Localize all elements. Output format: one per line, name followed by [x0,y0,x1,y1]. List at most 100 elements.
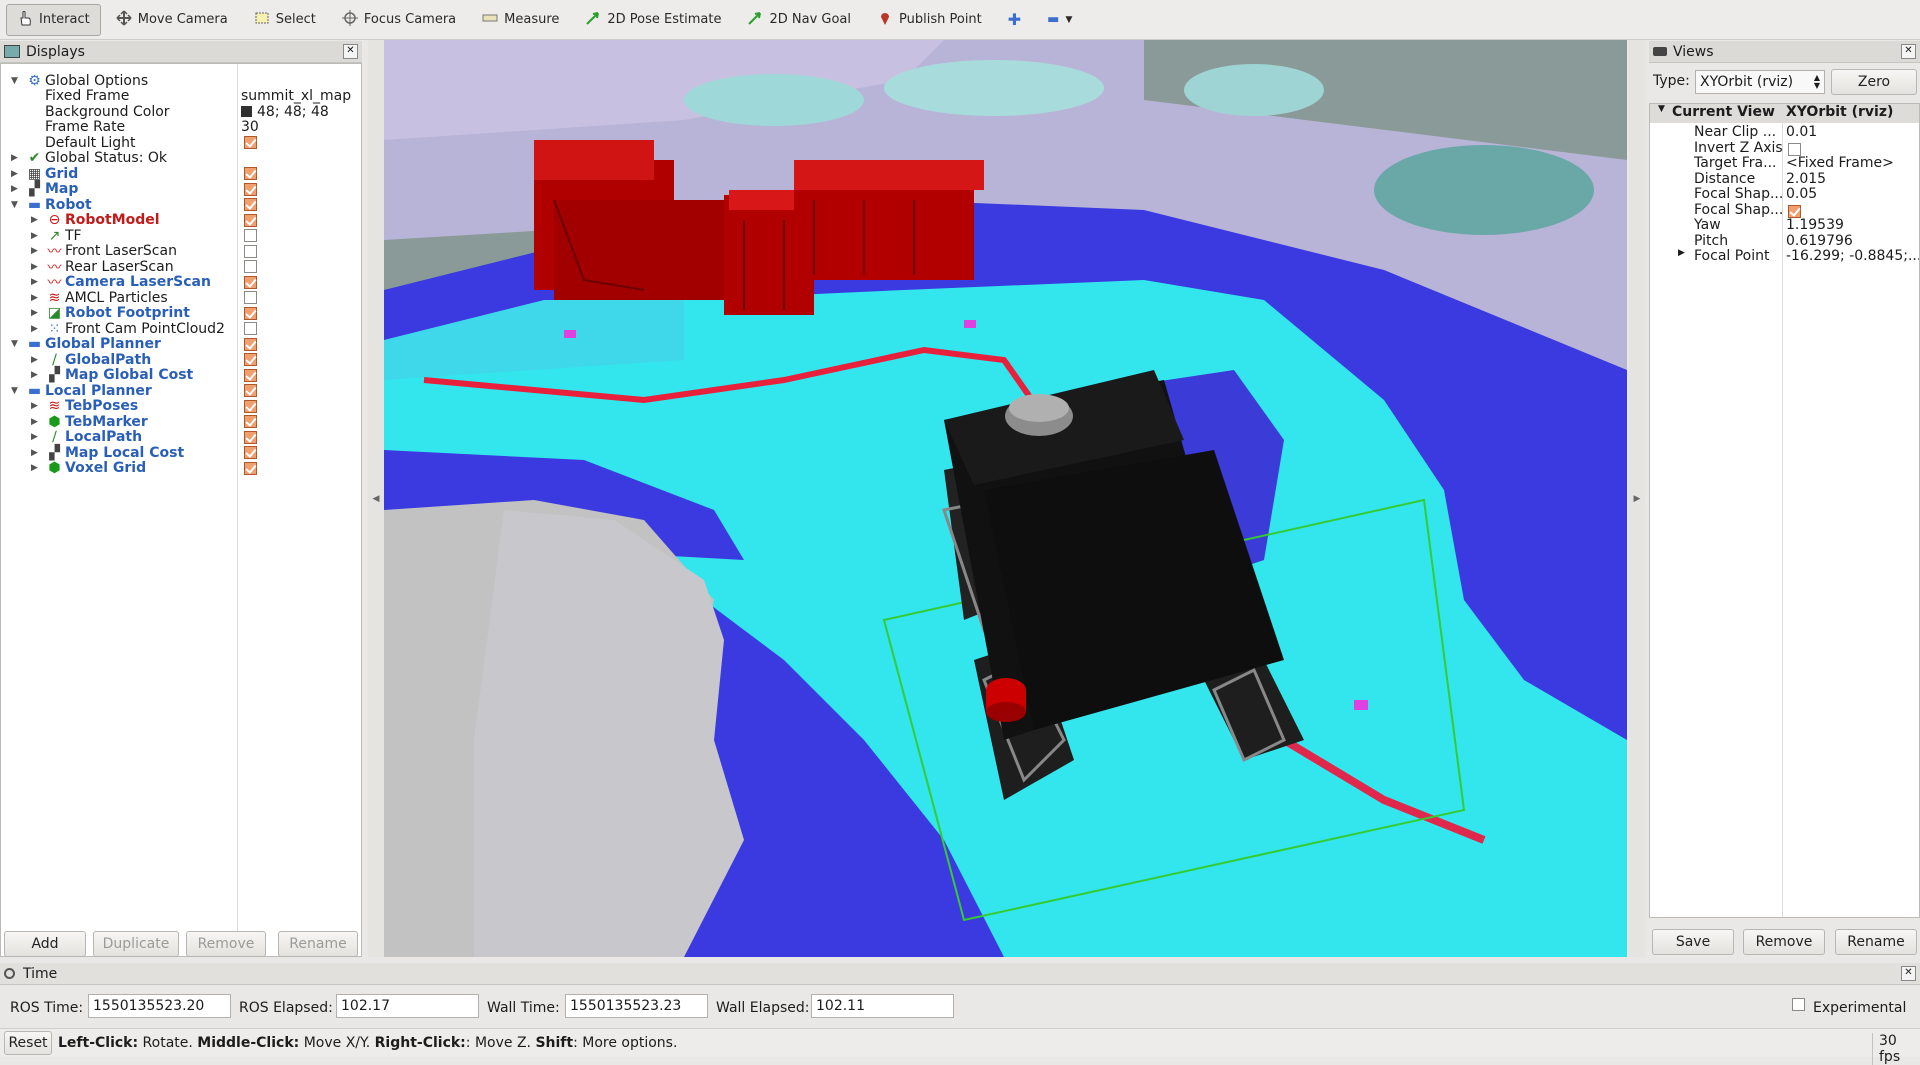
collapse-arrow-icon[interactable]: ▶ [31,231,41,241]
collapse-arrow-icon[interactable]: ▶ [11,153,21,163]
expand-arrow-icon[interactable]: ▼ [11,76,21,86]
costmap-patch [684,74,864,126]
reset-button[interactable]: Reset [4,1031,52,1055]
enable-checkbox[interactable] [244,306,257,320]
enable-checkbox[interactable] [244,337,257,351]
expand-arrow-icon[interactable]: ▼ [1658,104,1665,114]
collapse-arrow-icon[interactable]: ▶ [11,169,21,179]
render-viewport[interactable] [384,40,1627,957]
enable-checkbox[interactable] [244,461,257,475]
close-icon[interactable]: ✕ [1901,44,1916,59]
displays-tree[interactable]: ▼ ⚙ Global Options Fixed Frame summit_xl_map… [0,63,362,957]
enable-checkbox[interactable] [244,260,257,273]
enable-checkbox[interactable] [244,368,257,382]
view-prop-checkbox[interactable] [1788,204,1801,218]
move-camera-icon [116,9,132,30]
wall-elapsed-field[interactable]: 102.11 [811,994,954,1018]
enable-checkbox[interactable] [244,291,257,304]
enable-checkbox[interactable] [244,136,257,149]
view-prop-value[interactable]: 0.05 [1786,186,1817,202]
view-prop-key: Target Fra... [1694,155,1777,171]
enable-checkbox[interactable] [244,229,257,242]
expand-arrow-icon[interactable]: ▼ [11,339,21,349]
view-prop-row[interactable]: ▶ Focal Point -16.299; -0.8845;... [1650,248,1919,267]
minus-icon: ▬ [1047,12,1060,27]
close-icon[interactable]: ✕ [1901,966,1916,981]
time-title: Time [23,965,58,982]
duplicate-display-button[interactable]: Duplicate [93,931,179,957]
view-prop-value[interactable]: 0.01 [1786,124,1817,140]
enable-checkbox[interactable] [244,415,257,428]
view-prop-checkbox[interactable] [1788,142,1801,156]
zero-button[interactable]: Zero [1831,69,1917,95]
close-icon[interactable]: ✕ [343,44,358,59]
tool-2d-pose-estimate-button[interactable]: 2D Pose Estimate [574,4,732,36]
tool-2d-nav-goal-button[interactable]: 2D Nav Goal [736,4,862,36]
collapse-arrow-icon[interactable]: ▶ [31,355,41,365]
enable-checkbox[interactable] [244,322,257,335]
save-view-button[interactable]: Save [1652,929,1734,955]
enable-checkbox[interactable] [244,430,257,444]
display-row-voxel-grid[interactable]: ▶ ⬢ Voxel Grid [1,459,361,478]
ros-time-field[interactable]: 1550135523.20 [88,994,231,1018]
view-prop-key: Yaw [1694,217,1721,233]
left-collapse-handle[interactable]: ◀ [368,40,384,957]
tool-interact-button[interactable]: Interact [6,3,101,36]
collapse-arrow-icon[interactable]: ▶ [31,262,41,272]
tool-select-button[interactable]: Select [243,4,327,36]
enable-checkbox[interactable] [244,384,257,397]
collapse-arrow-icon[interactable]: ▶ [31,417,41,427]
remove-view-button[interactable]: Remove [1743,929,1825,955]
views-tree[interactable]: ▼ Current View XYOrbit (rviz) Near Clip ...… [1649,103,1920,918]
collapse-arrow-icon[interactable]: ▶ [31,277,41,287]
collapse-arrow-icon[interactable]: ▶ [31,432,41,442]
collapse-arrow-icon[interactable]: ▶ [31,463,41,473]
view-type-label: Type: [1653,73,1690,89]
enable-checkbox[interactable] [244,399,257,413]
view-prop-value[interactable]: 0.619796 [1786,233,1853,249]
expand-arrow-icon[interactable]: ▼ [11,386,21,396]
view-prop-value[interactable]: 1.19539 [1786,217,1844,233]
chevron-down-icon: ▼ [1065,14,1073,25]
add-display-button[interactable]: Add [4,931,86,957]
rename-view-button[interactable]: Rename [1835,929,1917,955]
view-prop-value[interactable]: <Fixed Frame> [1786,155,1894,171]
enable-checkbox[interactable] [244,167,257,180]
enable-checkbox[interactable] [244,244,257,258]
tool-move-camera-button[interactable]: Move Camera [105,4,239,36]
collapse-arrow-icon[interactable]: ▶ [31,401,41,411]
collapse-arrow-icon[interactable]: ▶ [1678,248,1685,258]
green-arrow-icon [585,10,601,30]
view-prop-value[interactable]: 2.015 [1786,171,1826,187]
collapse-arrow-icon[interactable]: ▶ [31,448,41,458]
collapse-arrow-icon[interactable]: ▶ [11,184,21,194]
remove-display-button[interactable]: Remove [186,931,266,957]
current-view-row[interactable]: ▼ Current View XYOrbit (rviz) [1650,104,1919,123]
right-collapse-handle[interactable]: ▶ [1629,40,1645,957]
collapse-arrow-icon[interactable]: ▶ [31,308,41,318]
enable-checkbox[interactable] [244,353,257,366]
experimental-checkbox[interactable] [1792,998,1805,1011]
collapse-arrow-icon[interactable]: ▶ [31,324,41,334]
ros-elapsed-field[interactable]: 102.17 [336,994,479,1018]
enable-checkbox[interactable] [244,275,257,289]
tool-publish-point-button[interactable]: Publish Point [866,4,993,36]
view-prop-value[interactable]: -16.299; -0.8845;... [1786,248,1919,264]
enable-checkbox[interactable] [244,213,257,227]
remove-tool-menu-button[interactable]: ▬ ▼ [1036,4,1083,36]
tool-focus-camera-button[interactable]: Focus Camera [331,4,467,36]
monitor-icon [4,45,20,58]
collapse-arrow-icon[interactable]: ▶ [31,370,41,380]
wall-time-field[interactable]: 1550135523.23 [565,994,708,1018]
collapse-arrow-icon[interactable]: ▶ [31,293,41,303]
tool-measure-button[interactable]: Measure [471,4,570,36]
view-type-select[interactable]: XYOrbit (rviz) ▲ ▼ [1695,70,1825,94]
expand-arrow-icon[interactable]: ▼ [11,200,21,210]
enable-checkbox[interactable] [244,182,257,196]
enable-checkbox[interactable] [244,198,257,211]
add-tool-button[interactable]: ✚ [997,4,1032,36]
collapse-arrow-icon[interactable]: ▶ [31,215,41,225]
collapse-arrow-icon[interactable]: ▶ [31,246,41,256]
enable-checkbox[interactable] [244,446,257,459]
rename-display-button[interactable]: Rename [278,931,358,957]
